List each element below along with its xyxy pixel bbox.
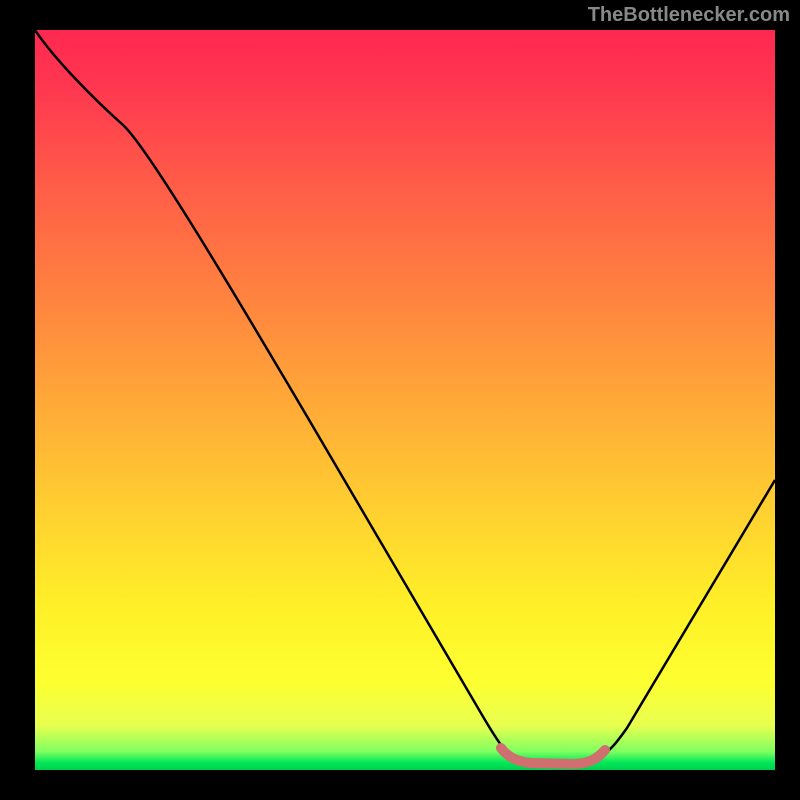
watermark-text: TheBottlenecker.com — [588, 4, 790, 27]
chart-svg — [35, 30, 775, 770]
bottleneck-curve-line — [35, 30, 775, 764]
chart-plot-area — [35, 30, 775, 770]
optimal-range-marker — [501, 748, 605, 764]
